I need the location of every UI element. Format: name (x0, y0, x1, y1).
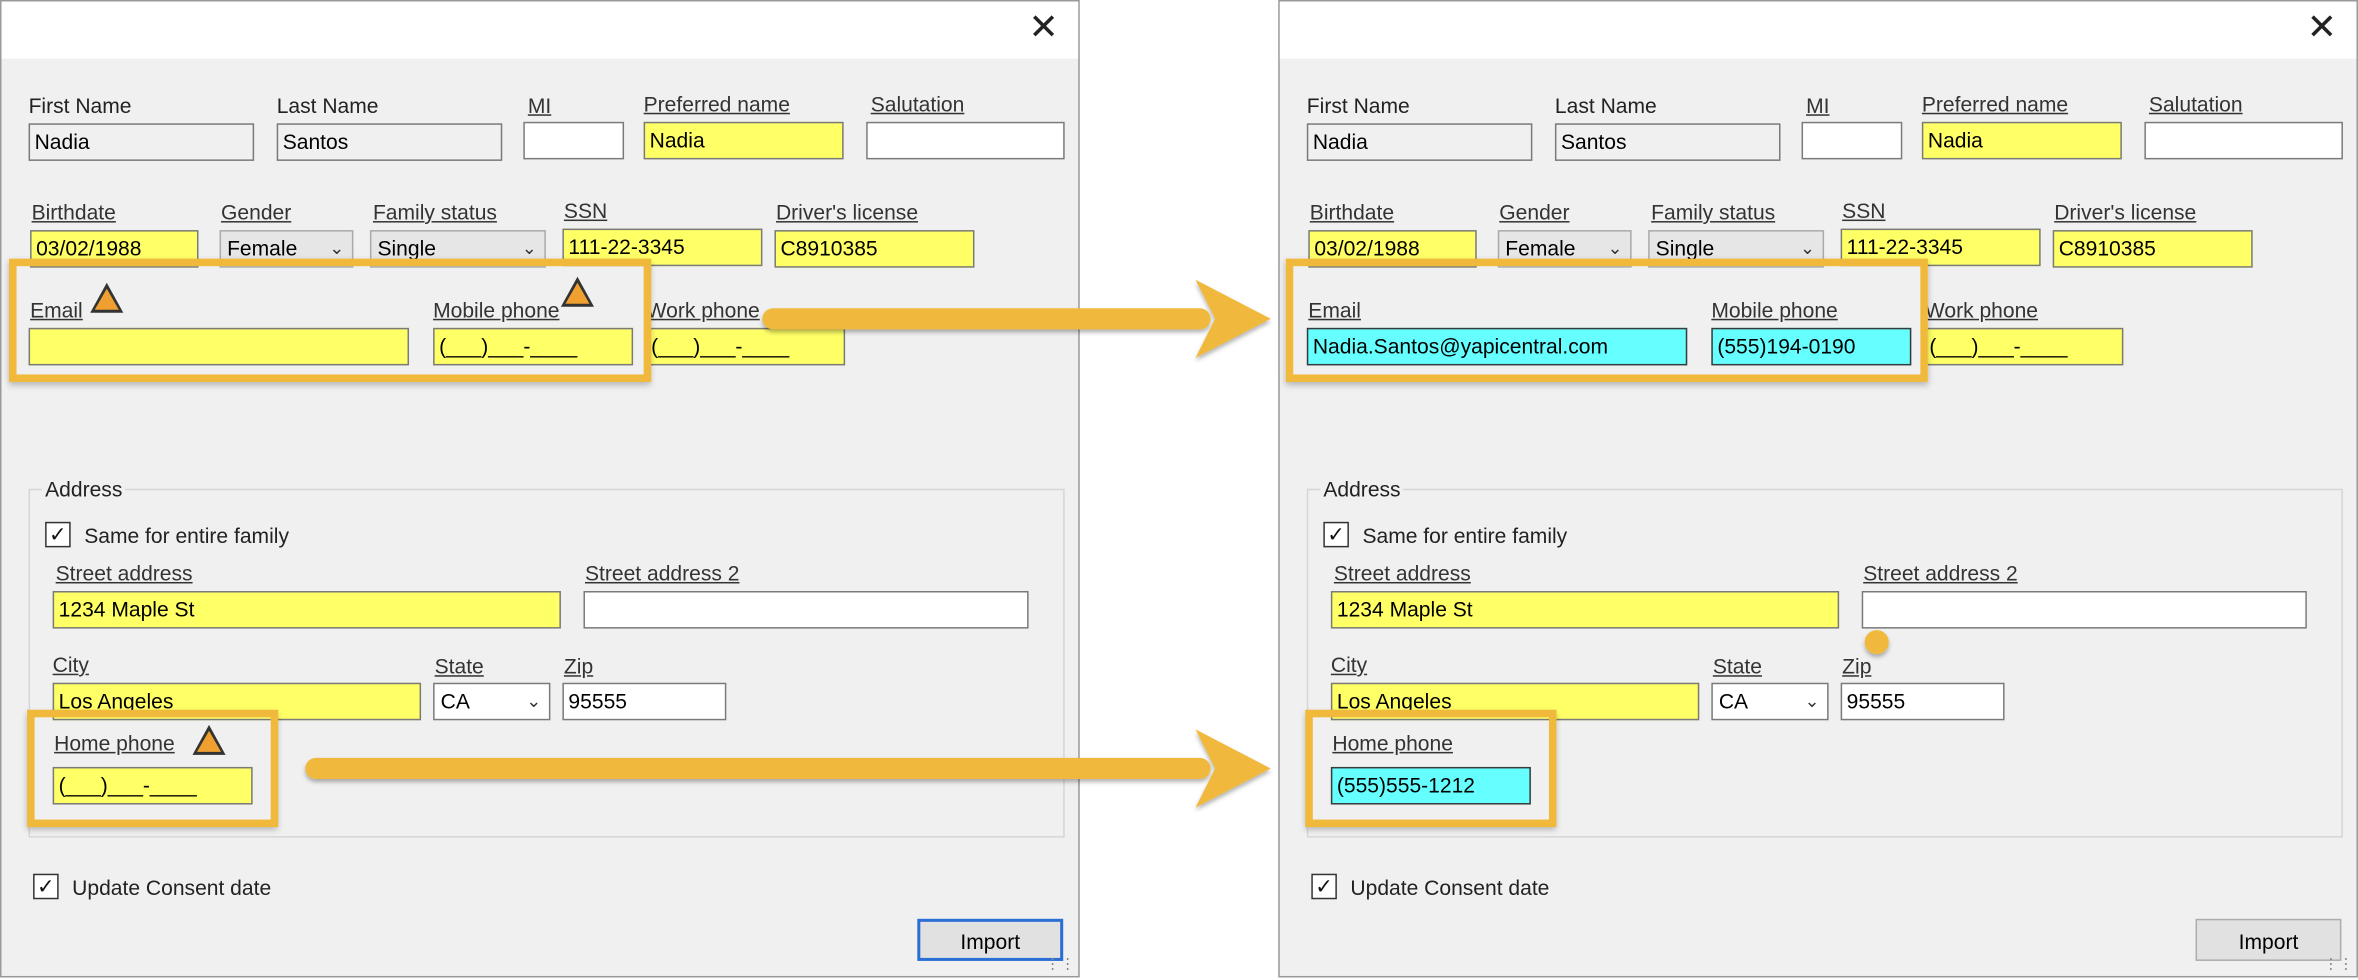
first-name-label: First Name (28, 93, 132, 118)
title-bar: ✕ (1, 1, 1079, 59)
drivers-license-field[interactable]: C8910385 (774, 230, 975, 268)
salutation-label: Salutation (870, 91, 965, 116)
close-icon[interactable]: ✕ (2299, 8, 2344, 50)
same-for-family-checkbox[interactable]: ✓ (45, 521, 71, 548)
zip-label: Zip (563, 654, 594, 679)
street-address-field[interactable]: 1234 Maple St (52, 590, 561, 629)
last-name-field[interactable]: Santos (1554, 123, 1781, 161)
state-value: CA (440, 688, 470, 713)
resize-grip-icon: ⋮⋮ (1045, 956, 1076, 973)
import-button[interactable]: Import (917, 918, 1064, 961)
birthdate-label: Birthdate (1309, 200, 1395, 225)
state-label: State (1712, 654, 1763, 679)
address-group-title: Address (1320, 476, 1404, 501)
state-value: CA (1718, 688, 1749, 713)
preferred-name-label: Preferred name (643, 91, 790, 116)
stage: ✕ First Name Nadia Last Name Santos MI P… (0, 0, 2358, 980)
chevron-down-icon: ⌄ (526, 690, 542, 712)
preferred-name-label: Preferred name (1921, 91, 2069, 116)
first-name-field[interactable]: Nadia (28, 123, 255, 161)
zip-field[interactable]: 95555 (1840, 682, 2005, 721)
last-name-label: Last Name (1554, 93, 1657, 118)
dialog-after-import: ✕ First Name Nadia Last Name Santos MI P… (1278, 0, 2358, 978)
city-label: City (52, 652, 89, 677)
drivers-license-label: Driver's license (2054, 200, 2197, 225)
zip-field[interactable]: 95555 (562, 682, 727, 721)
work-phone-label: Work phone (646, 297, 760, 322)
drivers-license-label: Driver's license (775, 200, 919, 225)
close-icon[interactable]: ✕ (1021, 8, 1066, 50)
salutation-field[interactable] (2144, 121, 2343, 160)
last-name-label: Last Name (276, 93, 379, 118)
street-address-label: Street address (55, 560, 193, 585)
work-phone-field[interactable]: (___)___-____ (645, 327, 846, 366)
update-consent-checkbox[interactable]: ✓ (1311, 873, 1337, 900)
preferred-name-field[interactable]: Nadia (1921, 121, 2122, 160)
first-name-label: First Name (1306, 93, 1410, 118)
same-for-family-label: Same for entire family (84, 523, 289, 548)
family-status-label: Family status (1651, 200, 1776, 225)
mi-field[interactable] (523, 121, 625, 160)
city-label: City (1330, 652, 1368, 677)
mi-field[interactable] (1801, 121, 1903, 160)
gender-label: Gender (1499, 200, 1570, 225)
birthdate-label: Birthdate (31, 200, 116, 225)
arrow-head-contact (1195, 279, 1271, 358)
callout-box-home-phone-after (1305, 709, 1557, 828)
update-consent-label: Update Consent date (1350, 875, 1550, 900)
mi-label: MI (527, 93, 552, 118)
salutation-field[interactable] (866, 121, 1065, 160)
state-select[interactable]: CA ⌄ (1711, 682, 1829, 721)
family-status-value: Single (377, 236, 436, 261)
street-address-2-field[interactable] (1861, 590, 2307, 629)
callout-box-home-phone-before (27, 709, 279, 828)
street-address-label: Street address (1333, 560, 1471, 585)
title-bar: ✕ (1279, 1, 2357, 59)
resize-grip-icon: ⋮⋮ (2323, 956, 2354, 973)
family-status-value: Single (1655, 236, 1715, 261)
update-consent-label: Update Consent date (72, 875, 272, 900)
work-phone-label: Work phone (1924, 297, 2039, 322)
street-address-2-label: Street address 2 (1863, 560, 2018, 585)
dialog-before-import: ✕ First Name Nadia Last Name Santos MI P… (0, 0, 1080, 978)
same-for-family-label: Same for entire family (1362, 523, 1568, 548)
state-select[interactable]: CA ⌄ (433, 682, 551, 721)
street-address-2-field[interactable] (583, 590, 1029, 629)
zip-label: Zip (1842, 654, 1872, 679)
ssn-label: SSN (563, 198, 608, 223)
address-group-title: Address (42, 476, 126, 501)
ssn-label: SSN (1842, 198, 1886, 223)
chevron-down-icon: ⌄ (1804, 690, 1820, 712)
callout-box-contact-after (1285, 258, 1928, 382)
import-button[interactable]: Import (2195, 918, 2342, 961)
same-for-family-checkbox[interactable]: ✓ (1323, 521, 1349, 548)
gender-value: Female (227, 236, 298, 261)
arrow-head-home-phone (1195, 729, 1271, 808)
gender-value: Female (1505, 236, 1576, 261)
street-address-field[interactable]: 1234 Maple St (1330, 590, 1840, 629)
mi-label: MI (1806, 93, 1830, 118)
state-label: State (434, 654, 484, 679)
drivers-license-field[interactable]: C8910385 (2052, 230, 2253, 268)
work-phone-field[interactable]: (___)___-____ (1923, 327, 2124, 366)
preferred-name-field[interactable]: Nadia (643, 121, 844, 160)
family-status-label: Family status (372, 200, 497, 225)
callout-box-contact-before (9, 258, 652, 382)
salutation-label: Salutation (2148, 91, 2243, 116)
street-address-2-label: Street address 2 (584, 560, 740, 585)
first-name-field[interactable]: Nadia (1306, 123, 1533, 161)
gender-label: Gender (221, 200, 292, 225)
last-name-field[interactable]: Santos (276, 123, 503, 161)
update-consent-checkbox[interactable]: ✓ (33, 873, 59, 900)
